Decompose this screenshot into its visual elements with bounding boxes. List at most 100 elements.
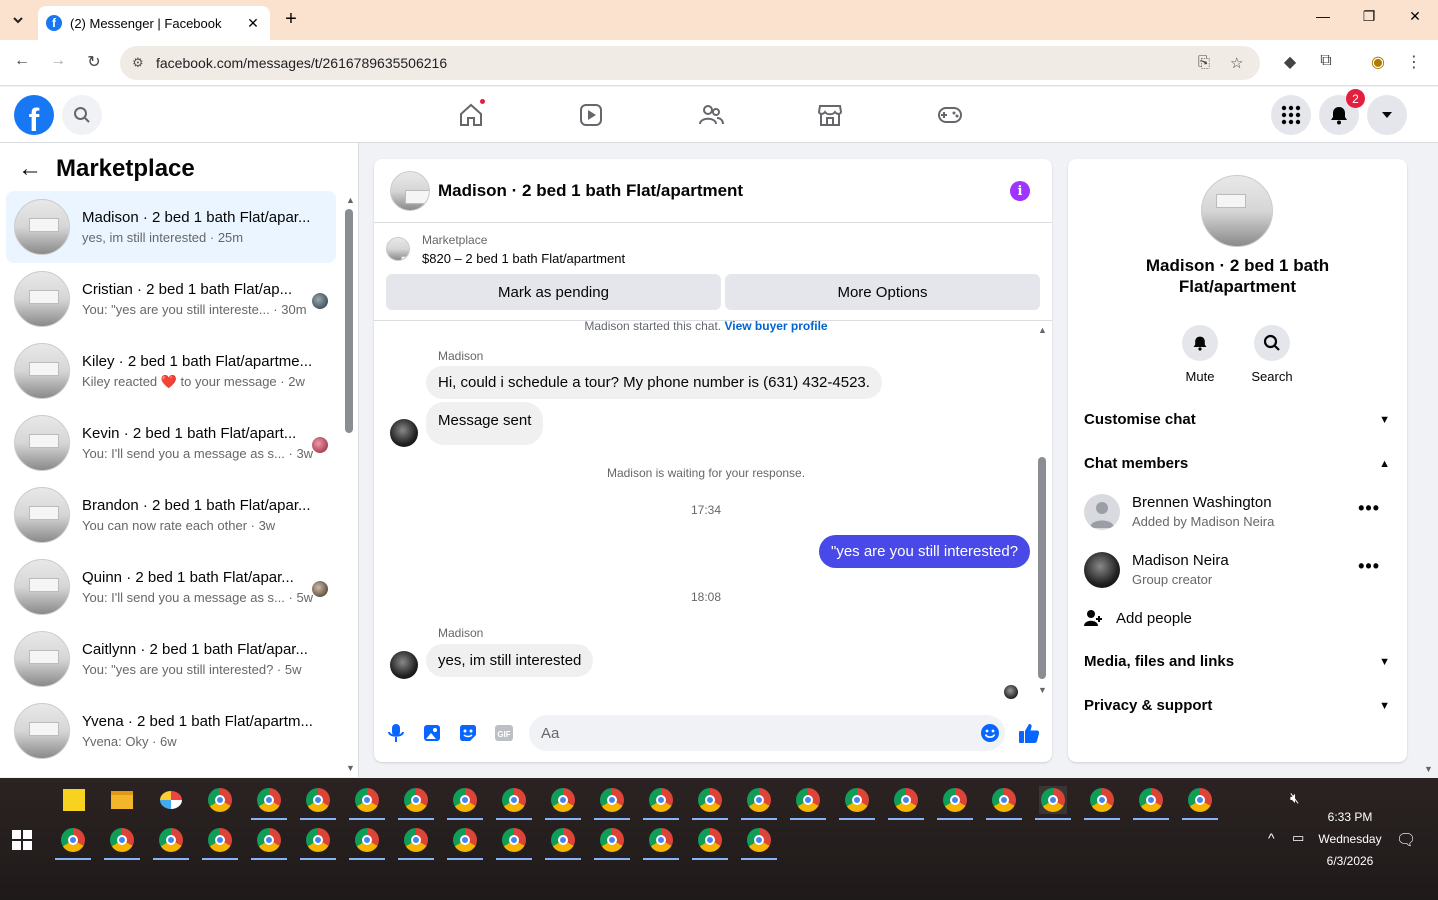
chrome-icon[interactable] bbox=[594, 786, 630, 820]
incoming-message[interactable]: Hi, could i schedule a tour? My phone nu… bbox=[426, 366, 882, 399]
chrome-icon[interactable] bbox=[839, 786, 875, 820]
home-icon[interactable] bbox=[457, 97, 487, 129]
conversation-item[interactable]: Caitlynn · 2 bed 1 bath Flat/apar... You… bbox=[6, 623, 336, 695]
chrome-icon[interactable] bbox=[251, 826, 287, 860]
scroll-up-arrow[interactable]: ▲ bbox=[1038, 325, 1047, 335]
search-chat-button[interactable]: Search bbox=[1242, 325, 1302, 384]
notification-center-icon[interactable]: 🗨︎ bbox=[1396, 830, 1416, 850]
mute-button[interactable]: Mute bbox=[1170, 325, 1230, 384]
add-people-button[interactable]: Add people bbox=[1084, 609, 1390, 627]
chrome-icon[interactable] bbox=[496, 786, 532, 820]
view-buyer-profile-link[interactable]: View buyer profile bbox=[724, 321, 827, 333]
browser-menu-icon[interactable]: ⋮ bbox=[1402, 52, 1426, 72]
chat-members-section[interactable]: Chat members ▲ bbox=[1084, 455, 1390, 472]
conversation-item[interactable]: Madison · 2 bed 1 bath Flat/apar... yes,… bbox=[6, 191, 336, 263]
chrome-icon[interactable] bbox=[1084, 786, 1120, 820]
chrome-icon[interactable] bbox=[741, 826, 777, 860]
chrome-icon[interactable] bbox=[545, 786, 581, 820]
chrome-icon[interactable] bbox=[206, 786, 234, 814]
chrome-icon[interactable] bbox=[545, 826, 581, 860]
gaming-icon[interactable] bbox=[936, 101, 964, 129]
chrome-icon[interactable] bbox=[1182, 786, 1218, 820]
gif-icon[interactable]: GIF bbox=[493, 722, 515, 744]
info-icon[interactable]: i bbox=[1010, 181, 1030, 201]
chrome-icon[interactable] bbox=[937, 786, 973, 820]
group-avatar[interactable] bbox=[1201, 175, 1273, 247]
chrome-icon[interactable] bbox=[496, 826, 532, 860]
menu-grid-icon[interactable] bbox=[1271, 95, 1311, 135]
notifications-bell-icon[interactable]: 2 bbox=[1319, 89, 1365, 135]
video-icon[interactable] bbox=[577, 101, 605, 129]
bookmark-star-icon[interactable]: ☆ bbox=[1230, 54, 1243, 72]
chrome-icon[interactable] bbox=[447, 826, 483, 860]
member-row[interactable]: Brennen Washington Added by Madison Neir… bbox=[1084, 492, 1390, 536]
extension-icon[interactable]: ◆ bbox=[1278, 52, 1302, 72]
clock-day[interactable]: Wednesday bbox=[1310, 832, 1390, 846]
conversation-item[interactable]: Kiley · 2 bed 1 bath Flat/apartme... Kil… bbox=[6, 335, 336, 407]
back-icon[interactable]: ← bbox=[10, 52, 34, 70]
chrome-icon[interactable] bbox=[55, 826, 91, 860]
new-tab-button[interactable]: + bbox=[280, 8, 302, 30]
mark-pending-button[interactable]: Mark as pending bbox=[386, 274, 721, 310]
chrome-icon[interactable] bbox=[643, 826, 679, 860]
chrome-icon[interactable] bbox=[153, 826, 189, 860]
chrome-icon[interactable] bbox=[986, 786, 1022, 820]
site-info-icon[interactable]: ⚙ bbox=[132, 55, 144, 71]
back-arrow-icon[interactable]: ← bbox=[18, 155, 42, 183]
chrome-icon[interactable] bbox=[888, 786, 924, 820]
restore-icon[interactable]: ❐ bbox=[1354, 8, 1384, 25]
message-input[interactable] bbox=[529, 715, 1005, 751]
chat-avatar[interactable] bbox=[390, 171, 430, 211]
scroll-down-arrow[interactable]: ▼ bbox=[346, 763, 355, 773]
privacy-support-section[interactable]: Privacy & support ▼ bbox=[1084, 697, 1390, 714]
chrome-icon[interactable] bbox=[104, 826, 140, 860]
paint-app-icon[interactable] bbox=[157, 786, 185, 814]
scroll-down-arrow[interactable]: ▼ bbox=[1038, 685, 1047, 695]
chrome-icon[interactable] bbox=[741, 786, 777, 820]
sender-avatar[interactable] bbox=[390, 419, 418, 447]
conversation-item[interactable]: Yvena · 2 bed 1 bath Flat/apartm... Yven… bbox=[6, 695, 336, 767]
incoming-message[interactable]: yes, im still interested bbox=[426, 644, 594, 677]
chrome-icon[interactable] bbox=[251, 786, 287, 820]
more-options-icon[interactable]: ••• bbox=[1358, 556, 1380, 577]
tab-close-icon[interactable]: ✕ bbox=[244, 15, 262, 32]
photo-icon[interactable] bbox=[421, 722, 443, 744]
more-options-button[interactable]: More Options bbox=[725, 274, 1040, 310]
network-icon[interactable]: ▭ bbox=[1292, 830, 1304, 846]
volume-muted-icon[interactable]: 🔇︎ bbox=[1290, 790, 1299, 807]
chrome-icon[interactable] bbox=[349, 786, 385, 820]
conversation-item[interactable]: Cristian · 2 bed 1 bath Flat/ap... You: … bbox=[6, 263, 336, 335]
like-thumbs-up-icon[interactable] bbox=[1018, 722, 1040, 744]
media-files-section[interactable]: Media, files and links ▼ bbox=[1084, 653, 1390, 670]
chrome-icon[interactable] bbox=[692, 826, 728, 860]
emoji-icon[interactable] bbox=[979, 722, 1001, 744]
forward-icon[interactable]: → bbox=[46, 52, 70, 70]
chrome-icon-active[interactable] bbox=[1035, 786, 1071, 820]
marketplace-icon[interactable] bbox=[816, 101, 844, 129]
extensions-puzzle-icon[interactable]: ⧉ bbox=[1314, 52, 1338, 70]
conversation-item[interactable]: Brandon · 2 bed 1 bath Flat/apar... You … bbox=[6, 479, 336, 551]
scroll-up-arrow[interactable]: ▲ bbox=[346, 195, 355, 205]
file-explorer-icon[interactable] bbox=[108, 786, 136, 814]
tray-expand-chevron-icon[interactable]: ^ bbox=[1268, 830, 1275, 846]
facebook-logo-icon[interactable]: f bbox=[14, 95, 54, 135]
customise-chat-section[interactable]: Customise chat ▼ bbox=[1084, 411, 1390, 428]
browser-tab[interactable]: f (2) Messenger | Facebook ✕ bbox=[38, 6, 270, 40]
chrome-icon[interactable] bbox=[1133, 786, 1169, 820]
reload-icon[interactable]: ↻ bbox=[82, 52, 106, 72]
chrome-icon[interactable] bbox=[202, 826, 238, 860]
sender-avatar[interactable] bbox=[390, 651, 418, 679]
friends-icon[interactable] bbox=[697, 101, 725, 129]
chrome-icon[interactable] bbox=[594, 826, 630, 860]
conversation-item[interactable]: Kevin · 2 bed 1 bath Flat/apart... You: … bbox=[6, 407, 336, 479]
page-scroll-down-arrow[interactable]: ▼ bbox=[1424, 764, 1433, 774]
address-bar[interactable]: ⚙ facebook.com/messages/t/26167896355062… bbox=[120, 46, 1260, 80]
incoming-message[interactable]: Message sent bbox=[426, 402, 544, 445]
profile-icon[interactable]: ◉ bbox=[1366, 52, 1390, 72]
member-row[interactable]: Madison Neira Group creator ••• bbox=[1084, 550, 1390, 594]
conversation-item[interactable]: Quinn · 2 bed 1 bath Flat/apar... You: I… bbox=[6, 551, 336, 623]
install-app-icon[interactable]: ⎘ bbox=[1198, 54, 1210, 71]
search-icon[interactable] bbox=[62, 95, 102, 135]
windows-start-icon[interactable] bbox=[12, 830, 32, 850]
chrome-icon[interactable] bbox=[790, 786, 826, 820]
